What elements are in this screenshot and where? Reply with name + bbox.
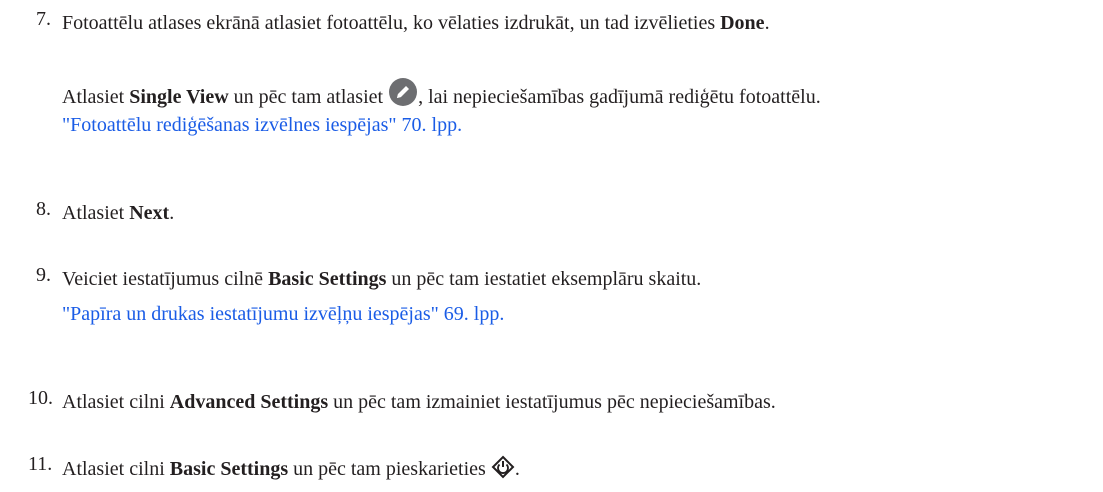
substep-text-mid: un pēc tam atlasiet [228, 86, 389, 108]
step-7-link-row: "Fotoattēlu rediģēšanas izvēlnes iespēja… [62, 112, 462, 138]
step-text-mid: un pēc tam pieskarieties [288, 458, 491, 480]
step-text: Atlasiet cilni Basic Settings un pēc tam… [62, 455, 520, 486]
step-number: 8. [36, 198, 51, 220]
step-text-post: . [169, 202, 175, 224]
step-bold-term: Advanced Settings [169, 391, 329, 413]
step-text-post: . [764, 12, 770, 34]
step-text: Fotoattēlu atlases ekrānā atlasiet fotoa… [62, 10, 770, 36]
step-number: 9. [36, 264, 51, 286]
step-text-post: . [514, 458, 520, 480]
substep-text-pre: Atlasiet [62, 86, 130, 108]
step-text: Veiciet iestatījumus cilnē Basic Setting… [62, 266, 701, 292]
step-bold-term: Next [129, 202, 170, 224]
step-text-post: un pēc tam iestatiet eksemplāru skaitu. [386, 268, 702, 290]
photo-edit-menu-link[interactable]: "Fotoattēlu rediģēšanas izvēlnes iespēja… [62, 114, 462, 136]
start-diamond-icon [491, 455, 515, 486]
substep-bold-term: Single View [129, 86, 229, 108]
step-text-pre: Atlasiet cilni [62, 391, 170, 413]
step-text-pre: Atlasiet cilni [62, 458, 170, 480]
step-text-post: un pēc tam izmainiet iestatījumus pēc ne… [328, 391, 776, 413]
step-text: Atlasiet Next. [62, 200, 174, 226]
step-bold-term: Done [720, 12, 765, 34]
step-text-pre: Fotoattēlu atlases ekrānā atlasiet fotoa… [62, 12, 721, 34]
step-bold-term: Basic Settings [169, 458, 289, 480]
step-text-pre: Veiciet iestatījumus cilnē [62, 268, 269, 290]
step-text-pre: Atlasiet [62, 202, 130, 224]
step-9-link-row: "Papīra un drukas iestatījumu izvēļņu ie… [62, 301, 504, 327]
step-text: Atlasiet cilni Advanced Settings un pēc … [62, 389, 776, 415]
step-7-substep: Atlasiet Single View un pēc tam atlasiet… [62, 77, 821, 114]
step-number: 10. [28, 387, 53, 409]
step-number: 7. [36, 8, 51, 30]
step-number: 11. [28, 453, 53, 475]
step-bold-term: Basic Settings [268, 268, 387, 290]
edit-pencil-icon [388, 77, 418, 114]
paper-print-settings-link[interactable]: "Papīra un drukas iestatījumu izvēļņu ie… [62, 303, 504, 325]
substep-text-post: , lai nepieciešamības gadījumā rediģētu … [418, 86, 821, 108]
